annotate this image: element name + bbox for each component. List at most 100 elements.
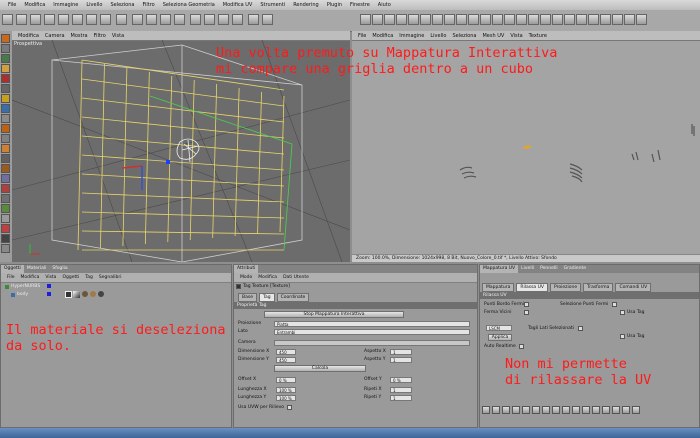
subtab-trasforma[interactable]: Trasforma xyxy=(583,283,614,292)
uvw-bump-checkbox[interactable] xyxy=(287,405,293,410)
toolbar-button[interactable] xyxy=(204,14,215,25)
uv-command-button[interactable] xyxy=(552,405,560,414)
texture-menu-vista[interactable]: Vista xyxy=(510,33,522,39)
texture-menu-immagine[interactable]: Immagine xyxy=(399,33,424,39)
tool-button[interactable] xyxy=(1,84,10,93)
tool-button[interactable] xyxy=(1,224,10,233)
menu-seleziona-geometria[interactable]: Seleziona Geometria xyxy=(163,2,215,8)
pinned-selection-checkbox[interactable] xyxy=(612,302,618,307)
tool-button[interactable] xyxy=(1,64,10,73)
paint-toolbar-button[interactable] xyxy=(516,14,527,25)
toolbar-button[interactable] xyxy=(190,14,201,25)
auto-realtime-checkbox[interactable] xyxy=(518,344,524,349)
objects-menu-oggetti[interactable]: Oggetti xyxy=(62,275,79,280)
tool-button[interactable] xyxy=(1,74,10,83)
uv-command-button[interactable] xyxy=(542,405,550,414)
uv-command-button[interactable] xyxy=(482,405,490,414)
tab-materiali[interactable]: Materiali xyxy=(24,265,50,273)
paint-toolbar-button[interactable] xyxy=(372,14,383,25)
paint-toolbar-button[interactable] xyxy=(528,14,539,25)
paint-toolbar-button[interactable] xyxy=(444,14,455,25)
objects-menu-file[interactable]: File xyxy=(7,275,15,280)
toolbar-button[interactable] xyxy=(44,14,55,25)
fixed-boundary-checkbox[interactable] xyxy=(524,302,529,307)
toolbar-button[interactable] xyxy=(30,14,41,25)
paint-toolbar-button[interactable] xyxy=(468,14,479,25)
menu-plugin[interactable]: Plugin xyxy=(327,2,342,8)
texture-tag-icon[interactable] xyxy=(65,291,72,298)
tool-button[interactable] xyxy=(1,144,10,153)
uv-command-button[interactable] xyxy=(562,405,570,414)
tool-button[interactable] xyxy=(1,184,10,193)
material-ball-icon[interactable] xyxy=(90,291,96,297)
uv-command-button[interactable] xyxy=(572,405,580,414)
paint-toolbar-button[interactable] xyxy=(408,14,419,25)
tool-button[interactable] xyxy=(1,124,10,133)
subtab-rilassa-uv[interactable]: Rilassa UV xyxy=(516,283,548,292)
paint-toolbar-button[interactable] xyxy=(504,14,515,25)
side-select[interactable]: Entrambi xyxy=(274,328,470,335)
texture-menu-livello[interactable]: Livello xyxy=(430,33,446,39)
texture-menu-seleziona[interactable]: Seleziona xyxy=(452,33,476,39)
toolbar-button[interactable] xyxy=(160,14,171,25)
menu-modifica[interactable]: Modifica xyxy=(24,2,45,8)
paint-toolbar-button[interactable] xyxy=(552,14,563,25)
offset-x-input[interactable]: 0 % xyxy=(276,376,296,383)
repeat-y-input[interactable]: 1 xyxy=(390,394,412,401)
texture-menu-mesh-uv[interactable]: Mesh UV xyxy=(482,33,504,39)
dim-y-input[interactable]: 450 xyxy=(276,356,296,363)
toolbar-button[interactable] xyxy=(86,14,97,25)
texture-menu-texture[interactable]: Texture xyxy=(529,33,547,39)
menu-immagine[interactable]: Immagine xyxy=(53,2,78,8)
viewport-menu-filtro[interactable]: Filtro xyxy=(94,33,106,39)
paint-toolbar-button[interactable] xyxy=(612,14,623,25)
paint-toolbar-button[interactable] xyxy=(576,14,587,25)
menu-filtro[interactable]: Filtro xyxy=(142,2,154,8)
fix-neighbors-checkbox[interactable] xyxy=(524,310,529,315)
toolbar-button[interactable] xyxy=(232,14,243,25)
camera-link-field[interactable] xyxy=(274,339,470,346)
objects-menu-segnalibri[interactable]: Segnalibri xyxy=(99,275,122,280)
subtab-base[interactable]: Base xyxy=(238,293,257,302)
toolbar-button[interactable] xyxy=(248,14,259,25)
calculate-button[interactable]: Calcola xyxy=(274,365,366,372)
toolbar-button[interactable] xyxy=(72,14,83,25)
tool-button[interactable] xyxy=(1,34,10,43)
use-tag-checkbox[interactable] xyxy=(620,334,625,339)
toolbar-button[interactable] xyxy=(132,14,143,25)
tab-livelli[interactable]: Livelli xyxy=(518,265,537,273)
paint-toolbar-button[interactable] xyxy=(384,14,395,25)
viewport-menu-mostra[interactable]: Mostra xyxy=(71,33,88,39)
subtab-coordinate[interactable]: Coordinate xyxy=(276,293,310,302)
paint-toolbar-button[interactable] xyxy=(540,14,551,25)
tool-button[interactable] xyxy=(1,54,10,63)
aspect-y-input[interactable]: 1 xyxy=(390,356,412,363)
cut-edges-checkbox[interactable] xyxy=(577,326,583,331)
toolbar-button[interactable] xyxy=(16,14,27,25)
menu-aiuto[interactable]: Aiuto xyxy=(378,2,391,8)
material-ball-icon[interactable] xyxy=(82,291,88,297)
toolbar-button[interactable] xyxy=(146,14,157,25)
repeat-x-input[interactable]: 1 xyxy=(390,386,412,393)
uv-command-button[interactable] xyxy=(612,405,620,414)
tab-attributi[interactable]: Attributi xyxy=(234,265,259,273)
paint-toolbar-button[interactable] xyxy=(360,14,371,25)
tool-button[interactable] xyxy=(1,204,10,213)
paint-toolbar-button[interactable] xyxy=(624,14,635,25)
uv-command-button[interactable] xyxy=(602,405,610,414)
offset-y-input[interactable]: 0 % xyxy=(390,376,412,383)
uv-command-button[interactable] xyxy=(532,405,540,414)
length-x-input[interactable]: 100 % xyxy=(276,386,296,393)
tool-button[interactable] xyxy=(1,44,10,53)
texture-menu-file[interactable]: File xyxy=(358,33,366,39)
menu-rendering[interactable]: Rendering xyxy=(293,2,319,8)
tool-button[interactable] xyxy=(1,154,10,163)
toolbar-button[interactable] xyxy=(2,14,13,25)
menu-finestre[interactable]: Finestre xyxy=(350,2,370,8)
tool-button[interactable] xyxy=(1,94,10,103)
objects-menu-vista[interactable]: Vista xyxy=(45,275,56,280)
object-row-hypernurbs[interactable]: HyperNURBS xyxy=(5,284,40,289)
uv-command-button[interactable] xyxy=(512,405,520,414)
apply-button[interactable]: Applica xyxy=(488,334,512,341)
attributes-menu-modo[interactable]: Modo xyxy=(240,275,252,280)
